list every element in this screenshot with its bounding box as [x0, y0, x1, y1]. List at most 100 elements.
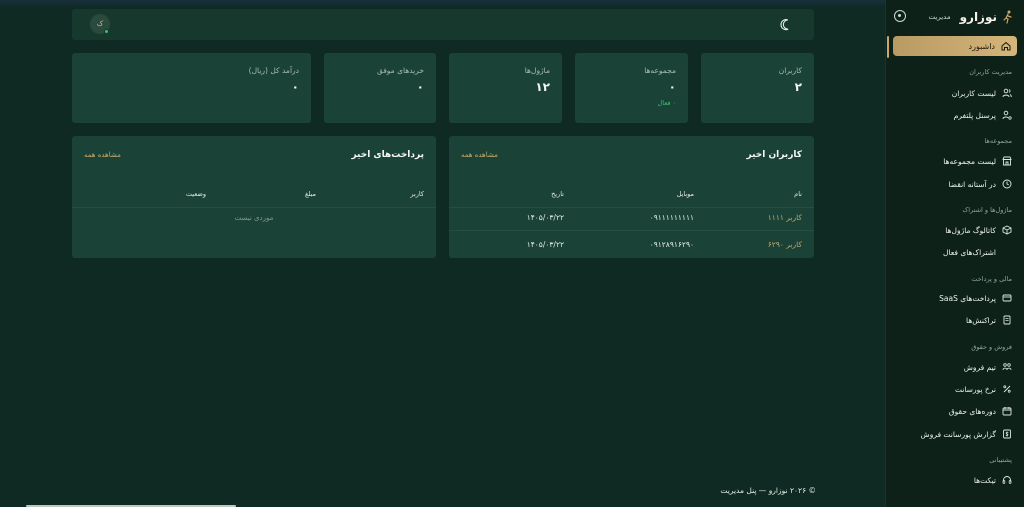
headset-icon — [1002, 475, 1012, 485]
stat-value: ۰ — [416, 80, 424, 94]
column-header: موبایل — [676, 190, 694, 198]
stat-card-total-revenue: درآمد کل (ریال) ۰ — [72, 53, 311, 123]
user-date: ۱۴۰۵/۰۳/۲۲ — [526, 213, 564, 222]
collapse-sidebar-icon[interactable] — [894, 10, 906, 22]
sidebar-item-label: کاتالوگ ماژول‌ها — [945, 225, 996, 235]
view-all-payments-link[interactable]: مشاهده همه — [84, 151, 121, 159]
blank-icon — [1002, 247, 1012, 257]
runner-logo-icon — [1002, 10, 1014, 24]
dollar-doc-icon — [1002, 429, 1012, 439]
sidebar-item-label: لیست مجموعه‌ها — [943, 156, 996, 166]
sidebar-item-commission-report[interactable]: گزارش پورسانت فروش — [896, 427, 1012, 441]
column-header: کاربر — [410, 190, 424, 198]
sidebar-item-collections-list[interactable]: لیست مجموعه‌ها — [896, 154, 1012, 168]
stat-card-collections: مجموعه‌ها ۰ ۰ فعال — [575, 53, 688, 123]
column-header: نام — [794, 190, 802, 198]
user-gear-icon — [1002, 110, 1012, 120]
clock-icon — [1002, 179, 1012, 189]
dark-mode-toggle-icon[interactable] — [780, 17, 794, 31]
sidebar: نوزارو مدیریت داشبورد مدیریت کاربران لیس… — [885, 0, 1024, 507]
user-mobile: ۰۹۱۲۸۹۱۶۲۹۰ — [649, 240, 694, 249]
sidebar-item-active-subscriptions[interactable]: اشتراک‌های فعال — [896, 245, 1012, 259]
avatar-initial: ک — [96, 20, 104, 28]
stat-card-modules: ماژول‌ها ۱۲ — [449, 53, 562, 123]
sidebar-item-module-catalog[interactable]: کاتالوگ ماژول‌ها — [896, 223, 1012, 237]
top-gradient — [0, 0, 886, 8]
user-name-link[interactable]: کاربر ۶۲۹۰ — [768, 240, 802, 249]
stat-label: کاربران — [778, 66, 802, 75]
stat-value: ۱۲ — [535, 80, 550, 94]
stat-card-users: کاربران ۲ — [701, 53, 814, 123]
sidebar-item-label: لیست کاربران — [951, 88, 996, 98]
table-header: کاربر مبلغ وضعیت — [72, 178, 436, 208]
sidebar-item-transactions[interactable]: تراکنش‌ها — [896, 313, 1012, 327]
stat-label: درآمد کل (ریال) — [248, 66, 299, 75]
stat-value: ۰ — [291, 80, 299, 94]
store-icon — [1002, 156, 1012, 166]
sidebar-item-label: داشبورد — [968, 41, 995, 51]
sidebar-item-label: تراکنش‌ها — [966, 315, 996, 325]
brand-name: نوزارو — [959, 10, 997, 24]
brand-subtitle: مدیریت — [928, 13, 951, 21]
stat-value: ۲ — [794, 80, 802, 94]
box-icon — [1002, 225, 1012, 235]
recent-users-panel: کاربران اخیر مشاهده همه نام موبایل تاریخ… — [449, 136, 814, 258]
section-title-collections: مجموعه‌ها — [984, 137, 1012, 145]
avatar[interactable]: ک — [90, 14, 110, 34]
active-indicator — [887, 36, 889, 58]
column-header: وضعیت — [185, 190, 206, 198]
stat-note: ۰ فعال — [657, 99, 676, 107]
column-header: مبلغ — [304, 190, 316, 198]
receipt-icon — [1002, 315, 1012, 325]
sidebar-item-expiring[interactable]: در آستانه انقضا — [896, 177, 1012, 191]
sidebar-item-platform-staff[interactable]: پرسنل پلتفرم — [896, 108, 1012, 122]
section-title-support: پشتیبانی — [989, 456, 1012, 464]
sidebar-item-dashboard[interactable]: داشبورد — [893, 36, 1017, 56]
empty-state-text: موردی نیست — [234, 214, 274, 222]
column-header: تاریخ — [551, 190, 564, 198]
sidebar-item-commission-rate[interactable]: نرخ پورسانت — [896, 382, 1012, 396]
section-title-sales: فروش و حقوق — [971, 343, 1012, 351]
stat-label: ماژول‌ها — [524, 66, 550, 75]
stat-value: ۰ — [668, 80, 676, 94]
sidebar-item-label: پرسنل پلتفرم — [953, 110, 996, 120]
stat-label: مجموعه‌ها — [644, 66, 676, 75]
sidebar-item-saas-payments[interactable]: پرداخت‌های SaaS — [896, 291, 1012, 305]
team-icon — [1002, 362, 1012, 372]
sidebar-item-label: دوره‌های حقوق — [948, 406, 996, 416]
section-title-users: مدیریت کاربران — [969, 68, 1012, 76]
sidebar-item-label: تیکت‌ها — [973, 475, 996, 485]
table-row[interactable]: کاربر ۱۱۱۱ ۰۹۱۱۱۱۱۱۱۱۱ ۱۴۰۵/۰۳/۲۲ — [449, 204, 814, 231]
recent-payments-panel: پرداخت‌های اخیر مشاهده همه کاربر مبلغ وض… — [72, 136, 436, 258]
user-name-link[interactable]: کاربر ۱۱۱۱ — [768, 213, 802, 222]
sidebar-item-label: در آستانه انقضا — [948, 179, 996, 189]
sidebar-item-label: اشتراک‌های فعال — [943, 247, 996, 257]
sidebar-item-sales-team[interactable]: تیم فروش — [896, 360, 1012, 374]
sidebar-item-payroll-periods[interactable]: دوره‌های حقوق — [896, 404, 1012, 418]
sidebar-item-label: تیم فروش — [963, 362, 996, 372]
card-icon — [1002, 293, 1012, 303]
top-header: ک — [72, 9, 814, 40]
brand: نوزارو مدیریت — [894, 6, 1014, 28]
stat-label: خریدهای موفق — [376, 66, 424, 75]
section-title-modules: ماژول‌ها و اشتراک — [962, 206, 1012, 214]
home-icon — [1001, 41, 1011, 51]
sidebar-item-tickets[interactable]: تیکت‌ها — [896, 473, 1012, 487]
stat-card-successful-purchases: خریدهای موفق ۰ — [324, 53, 436, 123]
user-mobile: ۰۹۱۱۱۱۱۱۱۱۱ — [649, 213, 694, 222]
user-date: ۱۴۰۵/۰۳/۲۲ — [526, 240, 564, 249]
panel-title: پرداخت‌های اخیر — [351, 150, 424, 160]
table-row[interactable]: کاربر ۶۲۹۰ ۰۹۱۲۸۹۱۶۲۹۰ ۱۴۰۵/۰۳/۲۲ — [449, 231, 814, 258]
section-title-finance: مالی و پرداخت — [971, 275, 1012, 283]
panel-title: کاربران اخیر — [746, 150, 802, 160]
sidebar-item-label: نرخ پورسانت — [954, 384, 996, 394]
sidebar-item-label: گزارش پورسانت فروش — [920, 429, 996, 439]
sidebar-item-users-list[interactable]: لیست کاربران — [896, 86, 1012, 100]
view-all-users-link[interactable]: مشاهده همه — [461, 151, 498, 159]
calendar-icon — [1002, 406, 1012, 416]
percent-icon — [1002, 384, 1012, 394]
sidebar-item-label: پرداخت‌های SaaS — [939, 293, 996, 303]
users-icon — [1002, 88, 1012, 98]
online-status-dot — [104, 29, 109, 34]
footer-copyright: © ۲۰۲۶ نوزارو — پنل مدیریت — [720, 486, 816, 495]
